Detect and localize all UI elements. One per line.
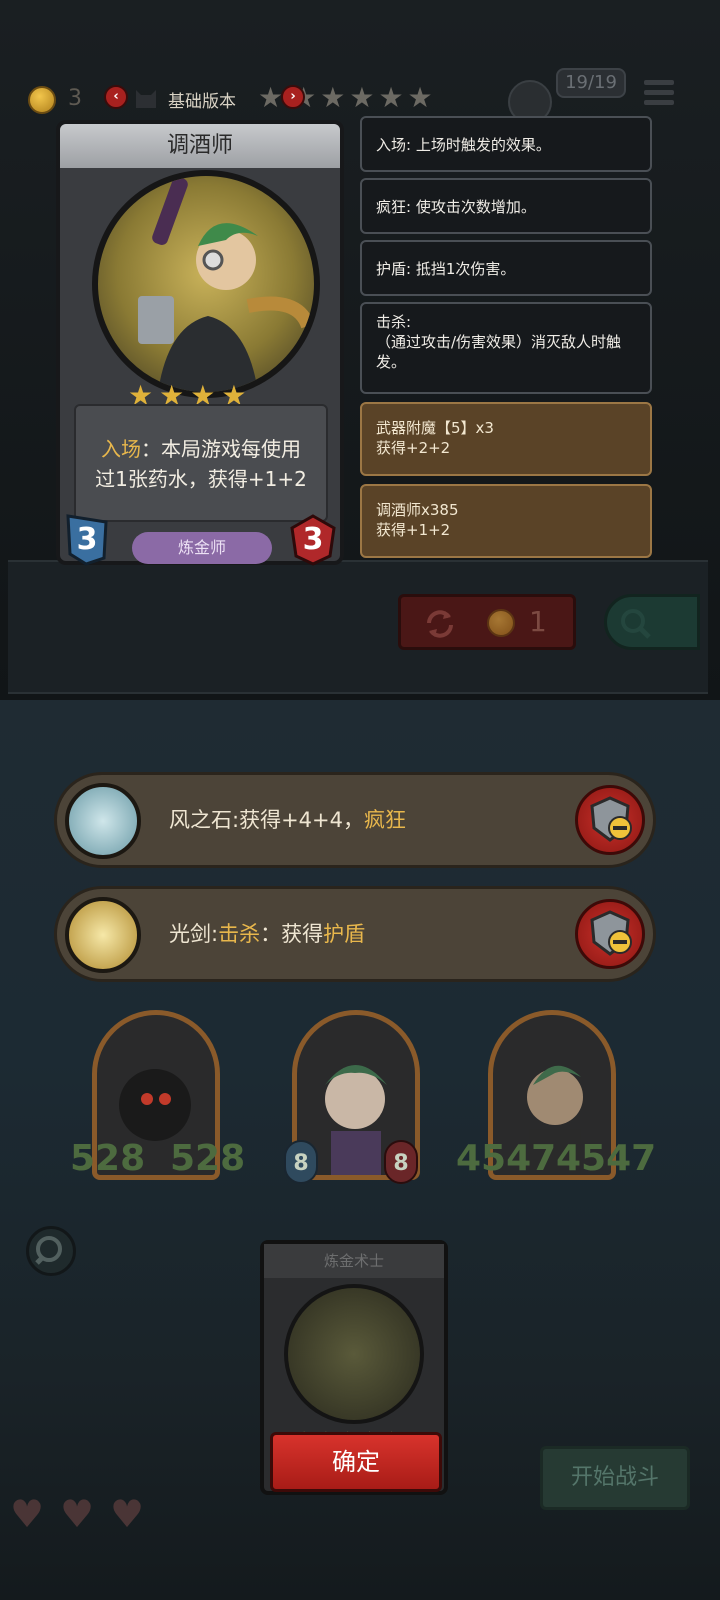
health-value: 3 [302, 522, 324, 557]
card-desc-keyword: 入场 [101, 437, 141, 461]
hero-2-attack: 8 [284, 1140, 318, 1184]
buff-log-bartender-title: 调酒师x385 [376, 501, 459, 519]
buff-log-bartender-gain: 获得+1+2 [376, 521, 451, 539]
start-battle-button[interactable]: 开始战斗 [540, 1446, 690, 1510]
refresh-icon [427, 610, 453, 638]
coin-count: 3 [68, 86, 82, 111]
card-portrait [92, 170, 320, 398]
life-heart-icon: ♥ [110, 1492, 145, 1536]
keyword-kill-text: （通过攻击/伤害效果）消灭敌人时触发。 [376, 333, 622, 371]
confirm-button[interactable]: 确定 [270, 1432, 442, 1492]
keyword-kill: 击杀: （通过攻击/伤害效果）消灭敌人时触发。 [360, 302, 652, 394]
shield-minus-icon [590, 910, 632, 956]
keyword-frenzy: 疯狂: 使攻击次数增加。 [360, 178, 652, 234]
keyword-entry: 入场: 上场时触发的效果。 [360, 116, 652, 172]
mini-card-title: 炼金术士 [264, 1244, 444, 1278]
card-title: 调酒师 [60, 124, 340, 168]
effect-text: 光剑:击杀：获得护盾 [169, 889, 365, 979]
card-desc-line1: ：本局游戏每使用 [141, 437, 301, 461]
buff-log-bartender: 调酒师x385 获得+1+2 [360, 484, 652, 558]
inspect-button[interactable] [26, 1226, 76, 1276]
attack-badge: 3 [64, 514, 110, 566]
effect-keyword-2: 护盾 [323, 922, 366, 946]
version-next-button[interactable]: › [281, 85, 305, 109]
remove-effect-button[interactable] [575, 785, 645, 855]
menu-icon[interactable] [642, 76, 676, 110]
hero-2-health: 8 [384, 1140, 418, 1184]
reroll-button[interactable]: 1 [398, 594, 576, 650]
effect-keyword: 击杀 [218, 922, 261, 946]
search-button[interactable] [604, 594, 700, 650]
effect-middle: ：获得 [260, 922, 324, 946]
hero-3-health: 4547 [556, 1138, 657, 1179]
lightsaber-icon [65, 897, 141, 973]
reroll-coin-icon [487, 609, 515, 637]
card-description: 入场：本局游戏每使用 过1张药水，获得+1+2 [74, 404, 328, 522]
search-icon [35, 1236, 62, 1265]
effect-row-lightsaber: 光剑:击杀：获得护盾 [54, 886, 656, 982]
life-heart-icon: ♥ [60, 1492, 95, 1536]
class-label: 炼金师 [132, 532, 272, 564]
hero-1-health: 528 [170, 1138, 246, 1179]
keyword-shield: 护盾: 抵挡1次伤害。 [360, 240, 652, 296]
shield-minus-icon [590, 796, 632, 842]
wind-stone-icon [65, 783, 141, 859]
effect-text: 风之石:获得+4+4，疯狂 [169, 775, 406, 865]
keyword-kill-title: 击杀: [376, 313, 412, 331]
health-badge: 3 [290, 514, 336, 566]
buff-log-enchant-gain: 获得+2+2 [376, 439, 451, 457]
hero-1-attack: 528 [70, 1138, 146, 1179]
life-heart-icon: ♥ [10, 1492, 45, 1536]
mini-card-portrait [284, 1284, 424, 1424]
remove-effect-button[interactable] [575, 899, 645, 969]
hero-3-attack: 4547 [456, 1138, 557, 1179]
search-icon [621, 609, 651, 639]
buff-log-enchant: 武器附魔【5】x3 获得+2+2 [360, 402, 652, 476]
round-counter: 19/19 [556, 68, 626, 98]
effect-keyword: 疯狂 [364, 808, 406, 832]
effect-row-wind-stone: 风之石:获得+4+4，疯狂 [54, 772, 656, 868]
effect-prefix: 风之石:获得+4+4， [169, 808, 364, 832]
cat-icon [132, 82, 160, 110]
buff-log-enchant-title: 武器附魔【5】x3 [376, 419, 494, 437]
reroll-cost: 1 [529, 605, 547, 638]
version-label: 基础版本 [168, 92, 236, 112]
board-frame [8, 560, 708, 694]
unit-card: 调酒师 ★ ★ ★ ★ 入场：本局游戏每使用 过1张药水，获得+1+2 3 炼金师 3 [56, 120, 344, 566]
version-prev-button[interactable]: ‹ [104, 85, 128, 109]
coin-icon [28, 86, 56, 114]
effect-prefix: 光剑: [169, 922, 219, 946]
attack-value: 3 [76, 522, 98, 557]
card-desc-line2: 过1张药水，获得+1+2 [95, 467, 307, 491]
